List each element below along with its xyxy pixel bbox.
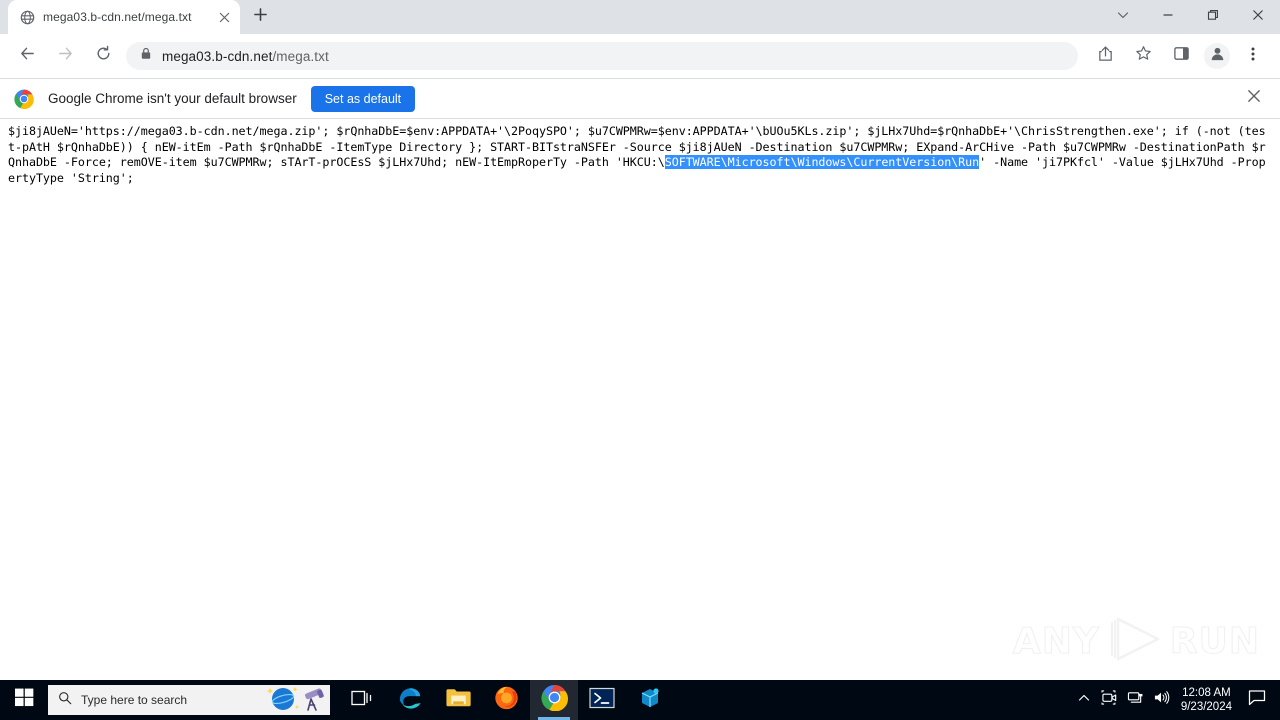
three-dot-menu-icon [1245, 46, 1261, 67]
anyrun-watermark: ANY RUN [1012, 614, 1260, 669]
close-icon [1252, 8, 1264, 26]
close-icon[interactable] [214, 7, 234, 27]
firefox-icon [493, 684, 520, 716]
network-icon [1127, 690, 1144, 710]
taskbar-item-file-explorer[interactable] [434, 680, 482, 720]
profile-avatar-icon [1209, 45, 1226, 67]
taskbar-item-firefox[interactable] [482, 680, 530, 720]
taskbar-item-microsoft-edge[interactable] [386, 680, 434, 720]
chrome-logo-icon [14, 89, 34, 109]
taskbar-item-windows-powershell[interactable] [578, 680, 626, 720]
url-path: /mega.txt [272, 48, 329, 64]
side-panel-button[interactable] [1167, 42, 1195, 70]
url-host: mega03.b-cdn.net [162, 48, 273, 64]
cube-app-icon [638, 686, 662, 715]
close-window-button[interactable] [1235, 0, 1280, 34]
taskbar-item-google-chrome[interactable] [530, 680, 578, 720]
back-button[interactable] [13, 42, 41, 70]
url-text: mega03.b-cdn.net/mega.txt [162, 49, 329, 64]
browser-tab[interactable]: mega03.b-cdn.net/mega.txt [8, 0, 240, 34]
plus-icon [253, 8, 267, 26]
speech-bubble-icon [1248, 689, 1266, 711]
chrome-browser-window: mega03.b-cdn.net/mega.txt mega03.b-cdn.n… [0, 0, 1280, 680]
forward-button[interactable] [51, 42, 79, 70]
clock-time: 12:08 AM [1182, 687, 1231, 699]
infobar-message: Google Chrome isn't your default browser [48, 91, 297, 106]
tab-strip: mega03.b-cdn.net/mega.txt [0, 0, 1280, 34]
chevron-down-icon [1117, 8, 1129, 26]
reload-icon [95, 45, 112, 67]
arrow-back-icon [19, 45, 36, 67]
restore-icon [1207, 8, 1219, 26]
share-icon [1097, 45, 1114, 67]
set-as-default-button[interactable]: Set as default [310, 85, 416, 112]
play-triangle-icon [1106, 614, 1164, 669]
chrome-icon [540, 684, 568, 716]
star-icon [1135, 45, 1152, 67]
profile-button[interactable] [1204, 43, 1230, 69]
taskbar-item-blue-app[interactable] [626, 680, 674, 720]
side-panel-icon [1173, 45, 1190, 67]
start-button[interactable] [0, 680, 48, 720]
search-icon [58, 691, 72, 710]
infobar-close-button[interactable] [1242, 87, 1266, 111]
new-tab-button[interactable] [246, 3, 274, 31]
lock-icon[interactable] [140, 47, 152, 65]
tray-camera-button[interactable] [1097, 680, 1123, 720]
browser-toolbar: mega03.b-cdn.net/mega.txt [0, 34, 1280, 78]
search-input[interactable]: Type here to search [48, 685, 330, 715]
tab-title: mega03.b-cdn.net/mega.txt [43, 10, 192, 24]
edge-icon [397, 684, 424, 716]
camera-icon [1101, 690, 1118, 710]
default-browser-infobar: Google Chrome isn't your default browser… [0, 78, 1280, 119]
clock-date: 9/23/2024 [1180, 701, 1232, 713]
powershell-icon [589, 687, 615, 714]
tray-volume-button[interactable] [1149, 680, 1175, 720]
arrow-forward-icon [57, 45, 74, 67]
taskbar-item-task-view[interactable] [338, 680, 386, 720]
tray-overflow-button[interactable] [1071, 680, 1097, 720]
search-placeholder-text: Type here to search [81, 693, 188, 707]
windows-taskbar: Type here to search 12:08 AM 9/23/2024 [0, 680, 1280, 720]
page-viewport: $ji8jAUeN='https://mega03.b-cdn.net/mega… [0, 119, 1280, 677]
folder-icon [445, 686, 472, 715]
system-tray: 12:08 AM 9/23/2024 [1071, 680, 1280, 720]
task-view-icon [351, 688, 373, 713]
reload-button[interactable] [89, 42, 117, 70]
action-center-button[interactable] [1240, 680, 1274, 720]
taskbar-apps [338, 680, 674, 720]
minimize-icon [1162, 8, 1174, 26]
watermark-right-text: RUN [1169, 621, 1260, 663]
plaintext-document[interactable]: $ji8jAUeN='https://mega03.b-cdn.net/mega… [8, 124, 1272, 187]
window-controls [1100, 0, 1280, 34]
address-bar[interactable]: mega03.b-cdn.net/mega.txt [126, 42, 1078, 70]
selected-text: SOFTWARE\Microsoft\Windows\CurrentVersio… [664, 155, 980, 170]
volume-icon [1153, 690, 1170, 710]
globe-icon [19, 9, 35, 25]
chevron-up-icon [1078, 691, 1090, 709]
close-icon [1247, 89, 1261, 108]
tab-search-button[interactable] [1100, 0, 1145, 34]
menu-button[interactable] [1239, 42, 1267, 70]
clock[interactable]: 12:08 AM 9/23/2024 [1175, 686, 1240, 714]
share-button[interactable] [1091, 42, 1119, 70]
planet-telescope-icon [264, 685, 328, 715]
bookmark-button[interactable] [1129, 42, 1157, 70]
minimize-button[interactable] [1145, 0, 1190, 34]
watermark-left-text: ANY [1012, 621, 1100, 663]
windows-start-icon [14, 688, 34, 712]
maximize-button[interactable] [1190, 0, 1235, 34]
tray-network-button[interactable] [1123, 680, 1149, 720]
